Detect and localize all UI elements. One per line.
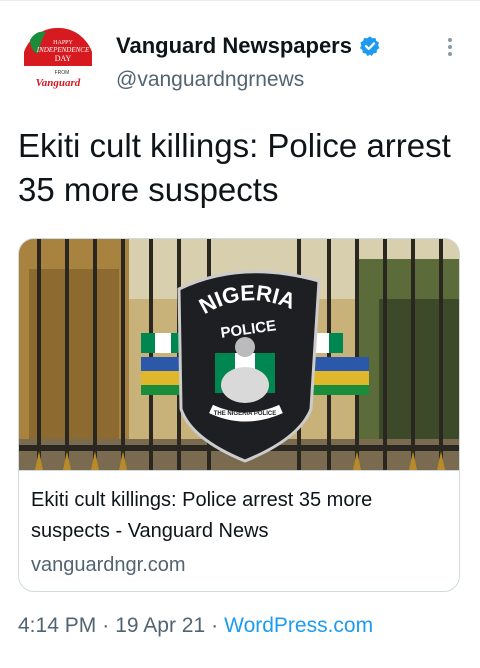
account-handle[interactable]: @vanguardngrnews (116, 68, 304, 92)
meta-separator: · (211, 614, 219, 637)
name-row: Vanguard Newspapers (116, 30, 381, 62)
badge-text-motto: THE NIGERIA POLICE (214, 411, 276, 417)
avatar[interactable]: HAPPY INDEPENDENCE DAY FROM Vanguard (18, 22, 98, 102)
tweet-time[interactable]: 4:14 PM (18, 614, 96, 637)
verified-badge-icon (359, 35, 381, 57)
top-divider (0, 0, 480, 1)
avatar-text-5: Vanguard (36, 77, 81, 89)
card-domain[interactable]: vanguardngr.com (31, 554, 186, 577)
tweet-date[interactable]: 19 Apr 21 (115, 614, 205, 637)
more-options-icon[interactable] (446, 36, 454, 58)
avatar-logo: HAPPY INDEPENDENCE DAY FROM Vanguard (18, 22, 98, 102)
card-image: NIGERIA POLICE THE NIGERIA POLICE (19, 239, 459, 471)
tweet-meta: 4:14 PM · 19 Apr 21 · WordPress.com (18, 614, 373, 638)
tweet-text: Ekiti cult killings: Police arrest 35 mo… (18, 127, 451, 208)
avatar-text-3: DAY (55, 54, 72, 63)
card-title[interactable]: Ekiti cult killings: Police arrest 35 mo… (31, 485, 451, 547)
link-card[interactable]: NIGERIA POLICE THE NIGERIA POLICE Ekiti … (18, 238, 460, 592)
meta-separator: · (102, 614, 110, 637)
avatar-text-4: FROM (55, 70, 70, 76)
tweet-source-link[interactable]: WordPress.com (224, 614, 373, 637)
display-name[interactable]: Vanguard Newspapers (116, 33, 352, 59)
avatar-text-2: INDEPENDENCE (36, 46, 90, 54)
